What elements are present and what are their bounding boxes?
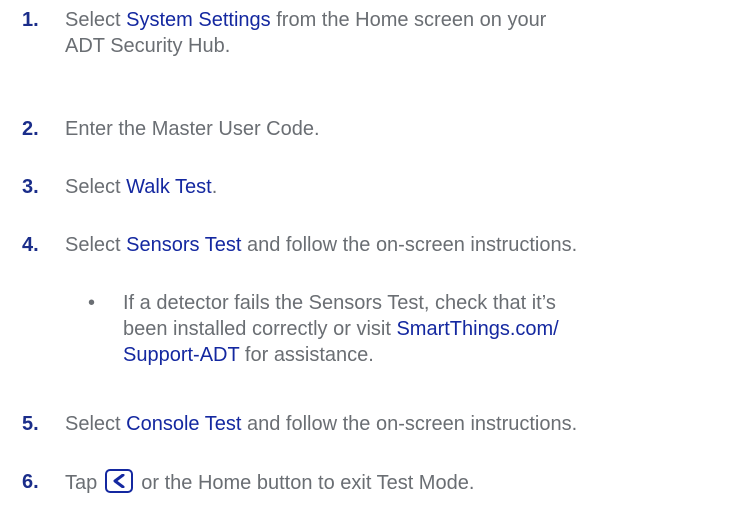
step-text-post: and follow the on-screen instructions.: [241, 413, 578, 435]
step-text-post: .: [211, 176, 218, 198]
back-chevron-icon: [105, 469, 134, 493]
sub-bullet-text-pre: been installed correctly or visit: [123, 318, 397, 340]
support-link[interactable]: Support-ADT: [123, 344, 239, 366]
step-text-post: or the Home button to exit Test Mode.: [141, 472, 475, 494]
step-number: 4.: [22, 234, 39, 256]
sub-bullet-line: been installed correctly or visit SmartT…: [123, 316, 559, 342]
step-text-pre: Select: [65, 9, 127, 31]
step-number: 2.: [22, 118, 39, 140]
step-text: Tap or the Home button to exit Test Mode.: [65, 469, 474, 496]
bullet-marker: •: [88, 292, 96, 314]
step-text: Select Console Test and follow the on-sc…: [65, 411, 577, 437]
instruction-document: 1. Select System Settings from the Home …: [0, 0, 735, 530]
sub-bullet-text-post: for assistance.: [239, 344, 374, 366]
menu-term-sensors-test: Sensors Test: [126, 234, 242, 256]
step-text: Enter the Master User Code.: [65, 118, 320, 140]
step-text-pre: Select: [65, 176, 127, 198]
step-number: 1.: [22, 9, 39, 31]
menu-term-console-test: Console Test: [126, 413, 242, 435]
step-text-post: from the Home screen on your: [270, 9, 547, 31]
sub-bullet-line: Support-ADT for assistance.: [123, 342, 559, 368]
support-link[interactable]: SmartThings.com/: [396, 318, 558, 340]
step-text-pre: Select: [65, 413, 127, 435]
step-text-pre: Select: [65, 234, 127, 256]
step-text-post: and follow the on-screen instructions.: [241, 234, 578, 256]
step-text-pre: Tap: [65, 472, 98, 494]
step-text: Select Sensors Test and follow the on-sc…: [65, 232, 577, 258]
step-text: Select System Settings from the Home scr…: [65, 7, 546, 59]
sub-bullet-line: If a detector fails the Sensors Test, ch…: [123, 292, 556, 314]
menu-term-walk-test: Walk Test: [126, 176, 212, 198]
menu-term-system-settings: System Settings: [126, 9, 271, 31]
step-number: 5.: [22, 413, 39, 435]
step-line: ADT Security Hub.: [65, 35, 231, 57]
sub-bullet-text: If a detector fails the Sensors Test, ch…: [123, 290, 559, 368]
step-text: Select Walk Test.: [65, 174, 217, 200]
step-number: 3.: [22, 176, 39, 198]
step-number: 6.: [22, 471, 39, 493]
step-line: Select System Settings from the Home scr…: [65, 7, 546, 33]
